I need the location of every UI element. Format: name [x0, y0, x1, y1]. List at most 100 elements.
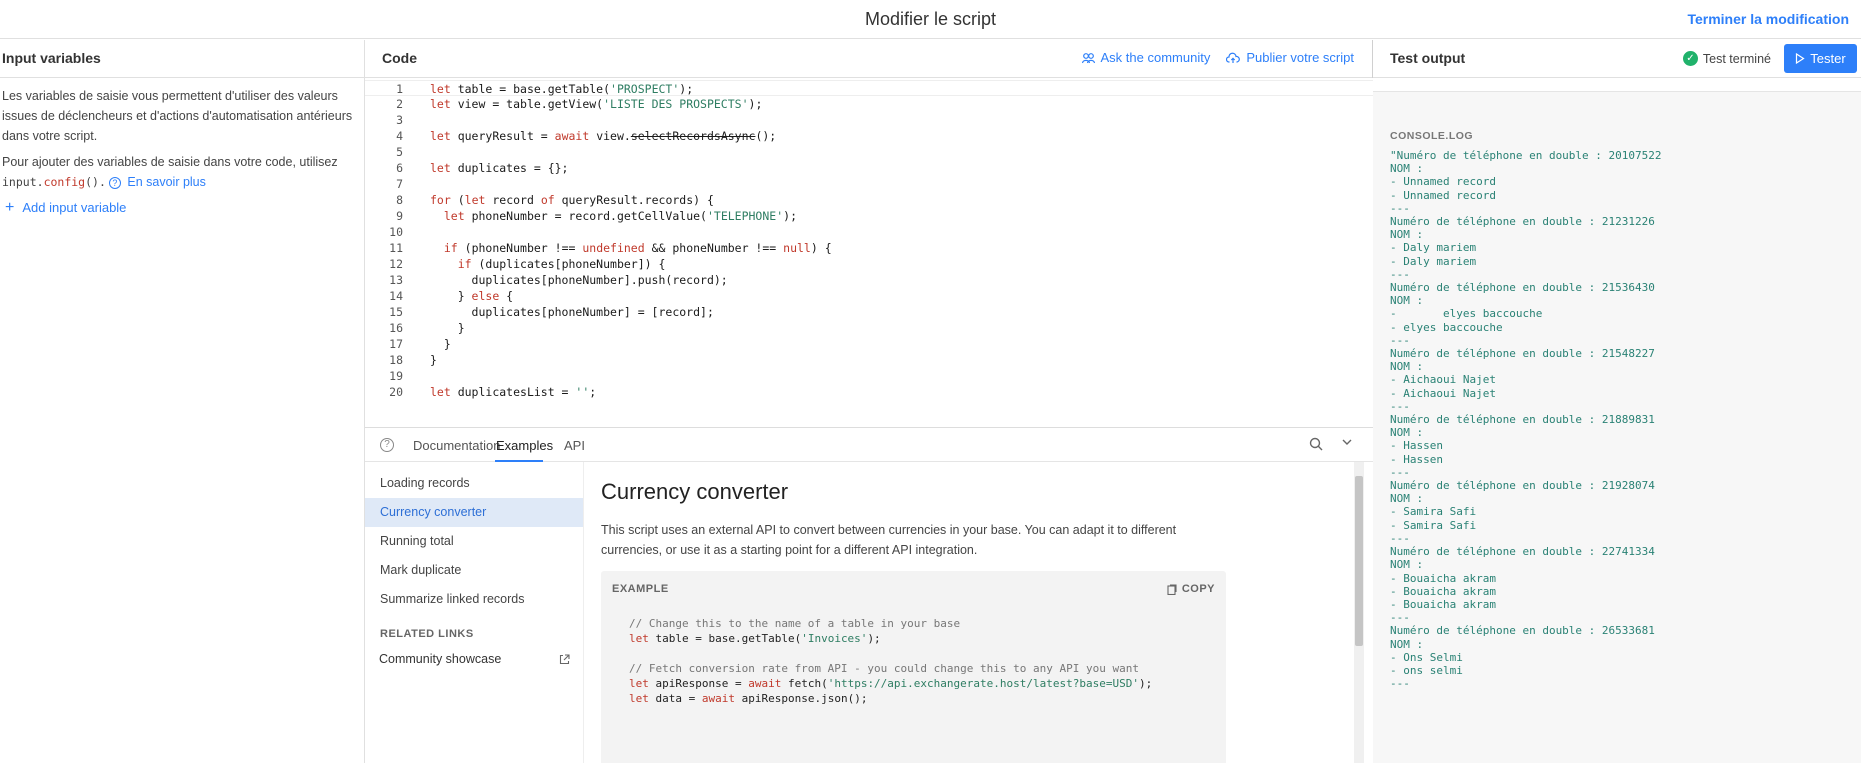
console-line: - Samira Safi: [1390, 518, 1477, 532]
input-variables-description: Les variables de saisie vous permettent …: [2, 89, 353, 143]
search-icon[interactable]: [1309, 437, 1323, 455]
code-line: 5: [396, 145, 403, 159]
finish-editing-link[interactable]: Terminer la modification: [1687, 11, 1849, 27]
console-line: ---: [1390, 531, 1410, 545]
code-line: 4 let queryResult = await view.selectReco…: [396, 129, 777, 143]
console-line: Numéro de téléphone en double : 21889831: [1390, 413, 1655, 427]
console-line: NOM :: [1390, 426, 1424, 440]
test-output-panel: Test output ✓ Test terminé Tester CONSOL…: [1373, 40, 1861, 763]
code-line: 1 let table = base.getTable('PROSPECT');: [365, 80, 1373, 96]
console-line: Numéro de téléphone en double : 22741334: [1390, 545, 1655, 559]
console-line: Numéro de téléphone en double : 21231226: [1390, 215, 1655, 229]
nav-item-running-total[interactable]: Running total: [365, 527, 583, 556]
learn-more-link[interactable]: En savoir plus: [127, 175, 206, 189]
community-showcase-label: Community showcase: [379, 652, 502, 666]
nav-item-mark-duplicate[interactable]: Mark duplicate: [365, 556, 583, 585]
code-line: 7: [396, 177, 403, 191]
nav-item-summarize-linked-records[interactable]: Summarize linked records: [365, 585, 583, 614]
code-config-fn: config: [43, 175, 86, 189]
nav-item-loading-records[interactable]: Loading records: [365, 469, 583, 498]
test-output-header: Test output ✓ Test terminé Tester: [1373, 40, 1861, 78]
console-line: "Numéro de téléphone en double : 2010752…: [1390, 149, 1662, 162]
ask-community-label: Ask the community: [1100, 50, 1211, 65]
console-line: - Daly mariem: [1390, 254, 1477, 268]
code-line: 8 for (let record of queryResult.records)…: [396, 193, 714, 207]
code-editor[interactable]: 1 let table = base.getTable('PROSPECT'); …: [365, 78, 1373, 427]
console-line: ---: [1390, 399, 1410, 413]
code-dot: .: [36, 175, 44, 189]
code-tail: ().: [85, 175, 106, 189]
code-line: 11 if (phoneNumber !== undefined && phon…: [389, 241, 832, 255]
cloud-upload-icon: [1226, 52, 1241, 63]
code-line: 9 let phoneNumber = record.getCellValue(…: [396, 209, 797, 223]
copy-label: COPY: [1181, 583, 1215, 595]
howto-text: Pour ajouter des variables de saisie dan…: [2, 155, 338, 169]
code-line: 2 let view = table.getView('LISTE DES PRO…: [396, 97, 763, 111]
console-line: - Hassen: [1390, 452, 1443, 466]
console-line: ---: [1390, 267, 1410, 281]
example-code-box: EXAMPLE COPY // Change this to the name …: [601, 571, 1226, 763]
help-icon: ?: [108, 177, 121, 189]
docs-tab-bar: ? Documentation Examples API: [365, 428, 1373, 462]
copy-button[interactable]: COPY: [1167, 583, 1215, 595]
tab-api[interactable]: API: [564, 438, 585, 453]
input-variables-panel: Input variables Les variables de saisie …: [0, 40, 365, 763]
code-line: 17 }: [389, 337, 451, 351]
output-divider: [1373, 78, 1861, 92]
test-status-label: Test terminé: [1702, 51, 1771, 66]
console-output: "Numéro de téléphone en double : 2010752…: [1390, 149, 1662, 690]
related-links-heading: RELATED LINKS: [380, 628, 474, 640]
code-input-obj: input: [2, 175, 37, 189]
console-line: NOM :: [1390, 294, 1424, 308]
run-test-label: Tester: [1810, 51, 1846, 66]
docs-scrollbar[interactable]: [1354, 462, 1364, 763]
check-icon: ✓: [1682, 51, 1698, 66]
console-line: - Daly mariem: [1390, 241, 1477, 255]
code-header: Code Ask the community Publier votre scr…: [365, 40, 1372, 78]
console-line: Numéro de téléphone en double : 21536430: [1390, 281, 1655, 295]
ask-community-button[interactable]: Ask the community: [1081, 50, 1211, 65]
code-line: 12 if (duplicates[phoneNumber]) {: [389, 257, 666, 271]
code-line: 16 }: [389, 321, 465, 335]
code-line: 15 duplicates[phoneNumber] = [record];: [389, 305, 714, 319]
code-line: 18}: [389, 353, 437, 367]
examples-nav: Loading records Currency converter Runni…: [365, 462, 583, 763]
code-line: 19: [389, 369, 403, 383]
tab-documentation[interactable]: Documentation: [413, 438, 500, 453]
console-line: - Unnamed record: [1390, 188, 1496, 202]
add-input-variable-label: Add input variable: [22, 200, 127, 215]
console-line: - Samira Safi: [1390, 505, 1477, 519]
example-label: EXAMPLE: [612, 583, 669, 595]
console-line: ---: [1390, 201, 1410, 215]
publish-script-label: Publier votre script: [1246, 50, 1354, 65]
input-variables-title: Input variables: [2, 50, 101, 66]
example-content: Currency converter This script uses an e…: [583, 462, 1353, 763]
console-line: - Bouaicha akram: [1390, 597, 1496, 611]
console-line: - Aichaoui Najet: [1390, 373, 1496, 387]
code-line: 13 duplicates[phoneNumber].push(record);: [389, 273, 728, 287]
code-line: 3: [396, 113, 403, 127]
console-line: - ons selmi: [1390, 663, 1463, 677]
console-line: ---: [1390, 465, 1410, 479]
chevron-down-icon[interactable]: [1341, 436, 1353, 451]
docs-scroll-thumb[interactable]: [1355, 476, 1363, 646]
community-showcase-link[interactable]: Community showcase: [365, 652, 570, 666]
code-line: 10: [389, 225, 403, 239]
console-line: ---: [1390, 611, 1410, 625]
run-test-button[interactable]: Tester: [1784, 44, 1857, 73]
console-line: - Aichaoui Najet: [1390, 386, 1496, 400]
console-line: Numéro de téléphone en double : 21548227: [1390, 347, 1655, 361]
code-panel: Code Ask the community Publier votre scr…: [365, 40, 1373, 763]
console-line: NOM :: [1390, 162, 1424, 176]
community-icon: [1081, 52, 1095, 63]
top-bar: Modifier le script Terminer la modificat…: [0, 0, 1861, 39]
code-line: 20 let duplicatesList = '';: [389, 385, 597, 399]
add-input-variable-button[interactable]: + Add input variable: [2, 198, 362, 218]
play-icon: [1796, 53, 1805, 64]
tab-examples[interactable]: Examples: [496, 438, 553, 453]
question-icon[interactable]: ?: [380, 438, 394, 452]
docs-panel: ? Documentation Examples API Loading rec…: [365, 427, 1373, 763]
nav-item-currency-converter[interactable]: Currency converter: [365, 498, 583, 527]
console-line: NOM :: [1390, 637, 1424, 651]
publish-script-button[interactable]: Publier votre script: [1226, 50, 1354, 65]
